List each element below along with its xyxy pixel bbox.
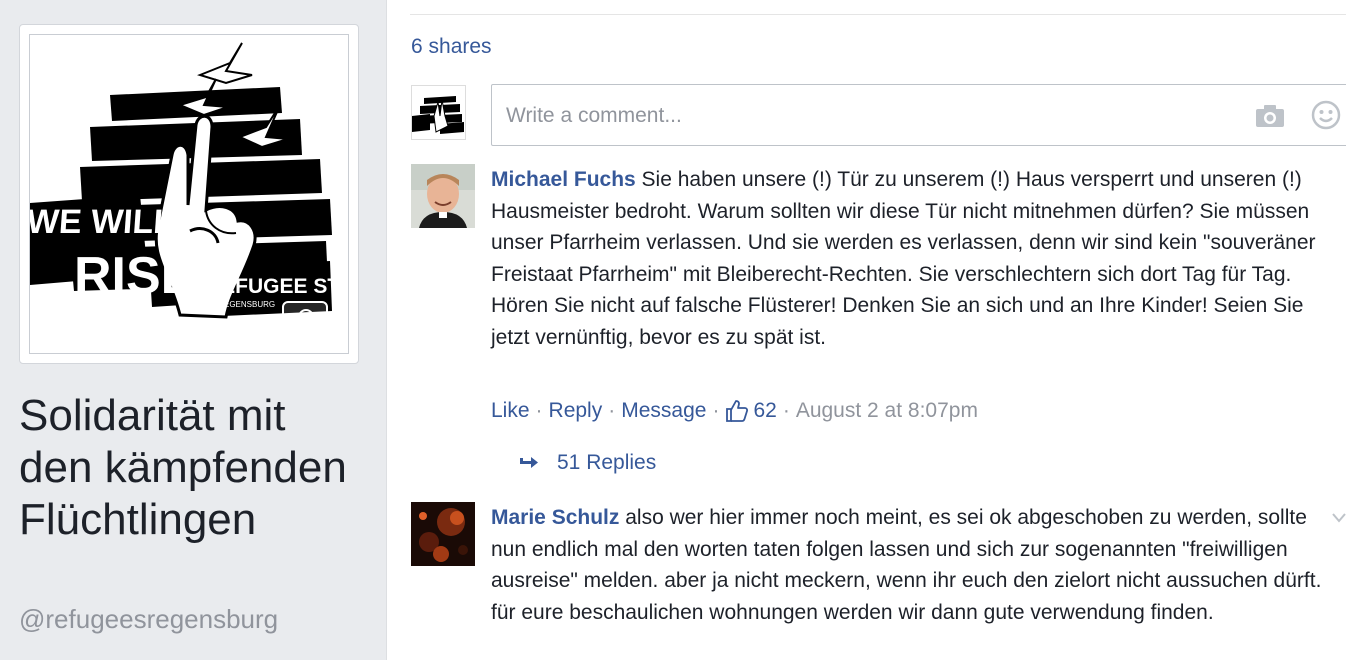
- shares-link[interactable]: 6 shares: [411, 35, 492, 59]
- logo-text-we-will: WE WILL: [30, 203, 176, 241]
- like-count-value: 62: [753, 399, 777, 422]
- message-button[interactable]: Message: [621, 399, 706, 423]
- camera-icon[interactable]: [1255, 104, 1285, 133]
- avatar[interactable]: [411, 502, 475, 566]
- camera-icon[interactable]: [282, 301, 328, 333]
- current-user-avatar[interactable]: [411, 85, 466, 140]
- page-sidebar: WE WILL RISE REFUGEE STRIKE IN REGENSBUR…: [0, 0, 387, 660]
- comment-composer[interactable]: [491, 84, 1346, 146]
- separator-dot: ·: [712, 399, 720, 422]
- logo-text-rise: RISE: [74, 247, 195, 305]
- separator-dot: ·: [535, 399, 543, 422]
- logo-text-regensburg: IN REGENSBURG: [208, 300, 275, 309]
- profile-picture-frame[interactable]: WE WILL RISE REFUGEE STRIKE IN REGENSBUR…: [19, 24, 359, 364]
- page-title: Solidarität mit den kämpfenden Flüchtlin…: [19, 391, 347, 544]
- separator-dot: ·: [782, 399, 790, 422]
- divider: [410, 14, 1346, 15]
- comment-author-link[interactable]: Marie Schulz: [491, 506, 619, 529]
- page-username: @refugeesregensburg: [19, 604, 279, 634]
- comment-timestamp[interactable]: August 2 at 8:07pm: [796, 399, 978, 423]
- like-count[interactable]: 62: [725, 399, 777, 423]
- comment-body: Michael Fuchs Sie haben unsere (!) Tür z…: [491, 164, 1331, 353]
- profile-picture[interactable]: WE WILL RISE REFUGEE STRIKE IN REGENSBUR…: [29, 34, 349, 354]
- comment-item: Michael Fuchs Sie haben unsere (!) Tür z…: [411, 164, 1346, 494]
- comment-input[interactable]: [504, 99, 1208, 133]
- comment-actions: Like · Reply · Message · 62 · August 2 a…: [491, 399, 978, 423]
- avatar[interactable]: [411, 164, 475, 228]
- comment-body: Marie Schulz also wer hier immer noch me…: [491, 502, 1331, 628]
- chevron-down-icon[interactable]: [1332, 510, 1346, 528]
- reply-arrow-icon: [520, 457, 538, 468]
- post-comments-panel: 6 shares Write a comment... Michael Fuch…: [387, 0, 1346, 660]
- separator-dot: ·: [608, 399, 616, 422]
- comment-author-link[interactable]: Michael Fuchs: [491, 168, 636, 191]
- reply-button[interactable]: Reply: [549, 399, 603, 423]
- smiley-icon[interactable]: [1311, 100, 1341, 135]
- like-button[interactable]: Like: [491, 399, 530, 423]
- refugee-strike-logo-small: [412, 86, 465, 139]
- thumbs-up-icon: [726, 400, 749, 422]
- view-replies-link[interactable]: 51 Replies: [519, 451, 656, 475]
- logo-text-refugee-strike: REFUGEE STRIKE: [206, 275, 348, 298]
- replies-count: 51 Replies: [557, 451, 657, 474]
- comment-item: Marie Schulz also wer hier immer noch me…: [411, 502, 1346, 660]
- comment-text: Sie haben unsere (!) Tür zu unserem (!) …: [491, 168, 1316, 349]
